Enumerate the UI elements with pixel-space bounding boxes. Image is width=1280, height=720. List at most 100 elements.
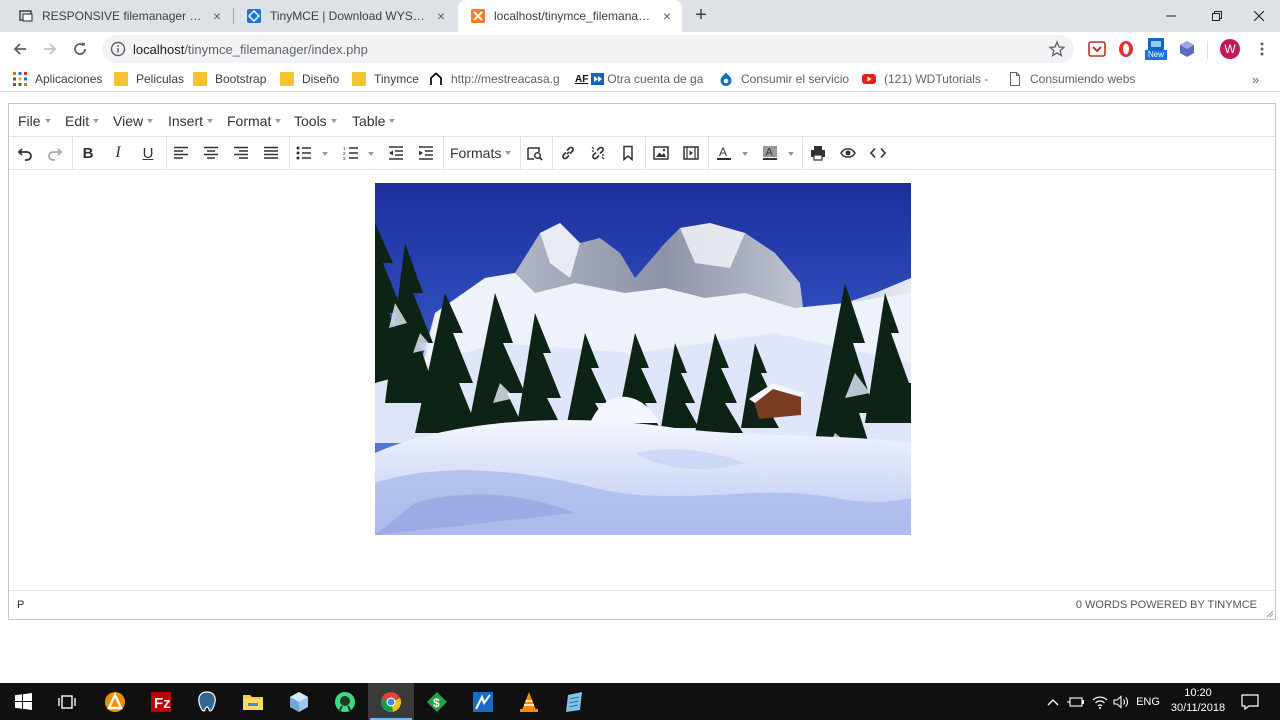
caret-down-icon[interactable] [368,152,374,156]
align-left-icon[interactable] [170,143,192,163]
menu-view[interactable]: View [113,113,154,129]
avast-icon[interactable] [92,683,138,720]
bookmark-anchor-icon[interactable] [617,143,639,163]
volume-icon[interactable] [1112,683,1130,720]
close-tab-icon[interactable]: × [660,9,674,23]
print-icon[interactable] [807,143,829,163]
italic-icon[interactable]: I [107,143,129,163]
profile-avatar[interactable]: W [1220,39,1240,59]
action-center-icon[interactable] [1238,683,1262,720]
insert-media-icon[interactable] [680,143,702,163]
vlc-icon[interactable] [506,683,552,720]
file-explorer-icon[interactable] [230,683,276,720]
netbeans-icon[interactable] [460,683,506,720]
bookmark-folder-bootstrap[interactable]: Bootstrap [193,70,266,88]
caret-down-icon[interactable] [322,152,328,156]
android-studio-icon[interactable] [322,683,368,720]
caret-down-icon[interactable] [788,152,794,156]
chrome-icon[interactable] [368,683,414,720]
align-justify-icon[interactable] [260,143,282,163]
forward-icon[interactable] [38,37,62,61]
bookmark-consumir-servicio[interactable]: Consumir el servicio [719,70,849,88]
menu-file[interactable]: File [18,113,51,129]
system-clock[interactable]: 10:20 30/11/2018 [1160,686,1236,716]
caret-down-icon[interactable] [742,152,748,156]
opera-extension-icon[interactable] [1116,39,1136,59]
bookmark-otra-cuenta[interactable]: AF Otra cuenta de ga [575,70,705,88]
bookmark-mestreacasa[interactable]: http://mestreacasa.g [429,70,559,88]
close-tab-icon[interactable]: × [434,9,448,23]
resize-handle-icon[interactable] [1265,609,1273,617]
underline-icon[interactable]: U [137,143,159,163]
background-color-icon[interactable]: A [759,143,781,163]
shield-extension-icon[interactable] [1177,39,1197,59]
new-extension-icon[interactable]: New [1145,37,1167,61]
find-replace-icon[interactable] [524,143,546,163]
address-bar[interactable]: localhost/tinymce_filemanager/index.php [102,35,1074,63]
bookmark-aplicaciones[interactable]: Aplicaciones [13,70,102,88]
start-icon[interactable] [0,683,46,720]
close-window-icon[interactable] [1236,0,1280,32]
indent-icon[interactable] [415,143,437,163]
bookmark-star-icon[interactable] [1048,40,1066,58]
inserted-image[interactable] [375,183,911,535]
element-path[interactable]: P [17,599,24,611]
back-icon[interactable] [8,37,32,61]
unlink-icon[interactable] [587,143,609,163]
link-icon[interactable] [557,143,579,163]
language-indicator[interactable]: ENG [1134,683,1162,720]
bookmark-folder-diseno[interactable]: Diseño [280,70,339,88]
show-hidden-icons-icon[interactable] [1045,683,1061,720]
virtualbox-icon[interactable] [276,683,322,720]
align-right-icon[interactable] [230,143,252,163]
reload-icon[interactable] [68,37,92,61]
folder-icon [114,72,128,86]
redo-icon[interactable] [44,143,66,163]
tab-tinymce[interactable]: TinyMCE | Download WYSIWYG H × [234,0,456,32]
bookmarks-overflow-icon[interactable]: » [1252,70,1259,88]
filezilla-icon[interactable]: Fz [138,683,184,720]
insert-image-icon[interactable] [650,143,672,163]
wifi-icon[interactable] [1091,683,1109,720]
undo-icon[interactable] [14,143,36,163]
bookmark-folder-tinymce[interactable]: Tinymce [352,70,419,88]
menu-edit[interactable]: Edit [65,113,100,129]
info-icon[interactable] [110,41,126,57]
menu-table[interactable]: Table [352,113,396,129]
caret-down-icon [505,151,512,155]
bookmark-wdtutorials[interactable]: (121) WDTutorials - Y [862,70,992,88]
restore-icon[interactable] [1194,0,1240,32]
postgresql-icon[interactable] [184,683,230,720]
minimize-icon[interactable] [1148,0,1194,32]
bookmark-label: Tinymce [374,72,419,86]
bookmark-folder-peliculas[interactable]: Peliculas [114,70,184,88]
bookmark-consumiendo-webse[interactable]: Consumiendo webse [1008,70,1136,88]
tab-localhost[interactable]: localhost/tinymce_filemanager/in × [458,0,682,32]
menu-insert[interactable]: Insert [168,113,214,129]
url-text: localhost/tinymce_filemanager/index.php [133,42,368,57]
formats-dropdown[interactable]: Formats [450,145,512,161]
menu-tools[interactable]: Tools [294,113,337,129]
chrome-menu-icon[interactable] [1254,41,1270,57]
tab-filemanager[interactable]: RESPONSIVE filemanager 9.14.0 | × [6,0,232,32]
align-center-icon[interactable] [200,143,222,163]
battery-icon[interactable] [1066,683,1086,720]
bold-icon[interactable]: B [77,143,99,163]
new-tab-button[interactable]: + [690,5,712,27]
source-code-icon[interactable] [867,143,889,163]
editor-content-area[interactable] [9,170,1275,592]
text-color-icon[interactable]: A [713,143,735,163]
caret-down-icon [330,119,337,123]
pocket-extension-icon[interactable] [1087,39,1107,59]
outdent-icon[interactable] [385,143,407,163]
sourcetree-icon[interactable]: $ [414,683,460,720]
numbered-list-icon[interactable]: 123 [340,143,362,163]
task-view-icon[interactable] [44,683,90,720]
af-icon: AF [575,73,589,85]
menu-format[interactable]: Format [227,113,282,129]
bullet-list-icon[interactable] [293,143,315,163]
notepad-icon[interactable] [552,683,598,720]
close-tab-icon[interactable]: × [210,9,224,23]
preview-icon[interactable] [837,143,859,163]
bookmarks-bar: Aplicaciones Peliculas Bootstrap Diseño … [0,66,1280,92]
